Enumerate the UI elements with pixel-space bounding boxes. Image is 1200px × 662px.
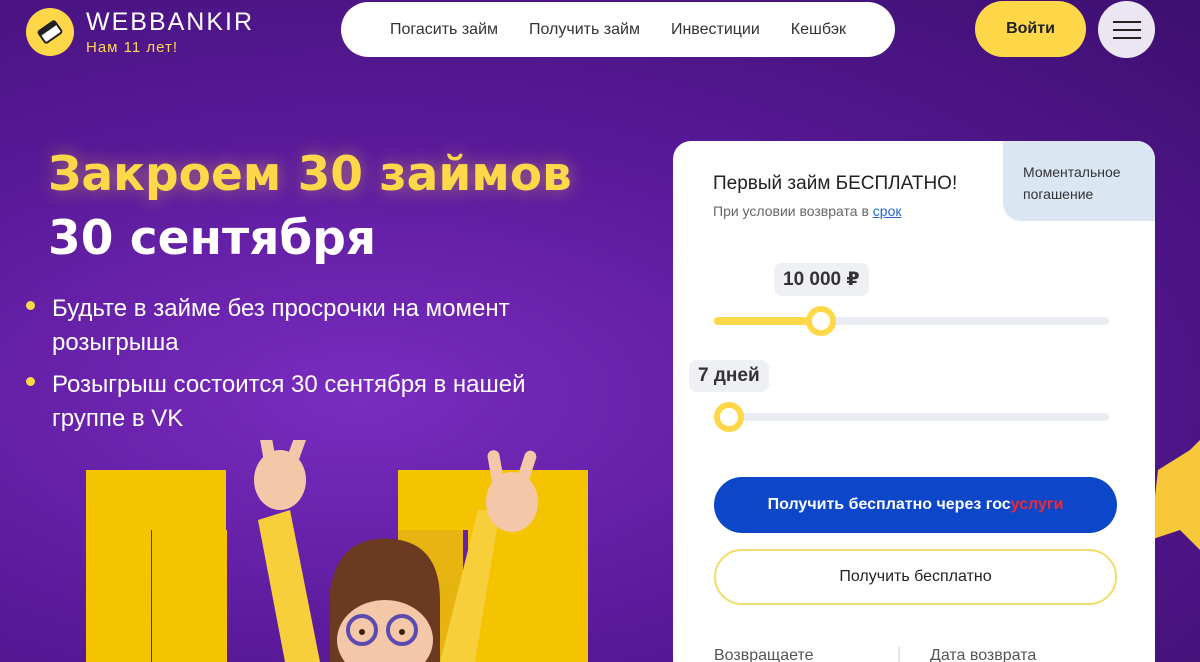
card-footer: Возвращаете Дата возврата	[714, 647, 1125, 662]
nav-item-repay[interactable]: Погасить займ	[390, 21, 498, 39]
main-nav: Погасить займ Получить займ Инвестиции К…	[341, 2, 895, 57]
hero-title-line2: 30 сентября	[48, 211, 377, 266]
hamburger-icon[interactable]	[1098, 1, 1155, 58]
gosuslugi-button[interactable]: Получить бесплатно через госуслуги	[714, 477, 1117, 533]
term-slider-handle[interactable]	[714, 402, 744, 432]
term-slider[interactable]	[714, 402, 1109, 432]
instant-repayment-badge: Моментальное погашение	[1003, 141, 1155, 221]
loan-calculator-card: Моментальное погашение Первый займ БЕСПЛ…	[673, 141, 1155, 662]
amount-value: 10 000 ₽	[774, 263, 869, 296]
term-link[interactable]: срок	[873, 203, 902, 219]
brand-tagline: Нам 11 лет!	[86, 38, 179, 56]
repay-amount-label: Возвращаете	[714, 647, 900, 662]
repay-date-label: Дата возврата	[930, 647, 1037, 662]
nav-item-investments[interactable]: Инвестиции	[671, 21, 760, 39]
brand-name: WEBBANKIR	[86, 7, 255, 36]
hero-illustration	[86, 440, 588, 662]
hero-title: Закроем 30 займов 30 сентября	[48, 143, 572, 271]
nav-item-get-loan[interactable]: Получить займ	[529, 21, 640, 39]
list-item: Будьте в займе без просрочки на момент р…	[26, 292, 586, 360]
hero-bullets: Будьте в займе без просрочки на момент р…	[26, 292, 586, 444]
hero-title-line1: Закроем 30 займов	[48, 147, 572, 202]
amount-slider-fill	[714, 317, 821, 325]
login-button[interactable]: Войти	[975, 1, 1086, 57]
amount-slider-handle[interactable]	[806, 306, 836, 336]
list-item: Розыгрыш состоится 30 сентября в нашей г…	[26, 368, 586, 436]
nav-item-cashback[interactable]: Кешбэк	[791, 21, 846, 39]
wallet-icon	[26, 8, 74, 56]
card-title: Первый займ БЕСПЛАТНО!	[713, 173, 958, 194]
star-decoration	[1150, 440, 1200, 550]
card-subtitle: При условии возврата в срок	[713, 203, 902, 219]
amount-slider[interactable]	[714, 306, 1109, 336]
get-free-button[interactable]: Получить бесплатно	[714, 549, 1117, 605]
term-value: 7 дней	[689, 360, 769, 392]
brand-logo[interactable]: WEBBANKIR Нам 11 лет!	[26, 8, 254, 56]
